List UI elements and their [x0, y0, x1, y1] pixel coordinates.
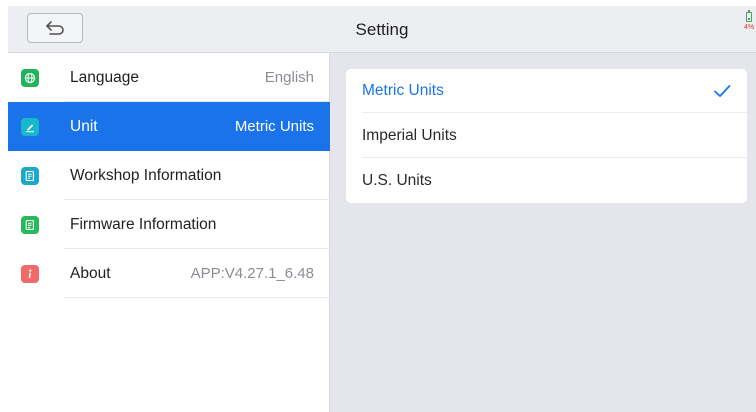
header-bar: Setting 4% [8, 6, 756, 53]
settings-screen: Setting 4% Language English Unit Metric … [8, 6, 756, 412]
sidebar-item-label: Workshop Information [70, 166, 222, 184]
document-icon [21, 166, 39, 185]
sidebar-item-label: Unit [70, 117, 98, 135]
sidebar-item-about[interactable]: About APP:V4.27.1_6.48 [8, 249, 330, 298]
pencil-icon [21, 117, 39, 136]
unit-option-label: Metric Units [362, 82, 444, 99]
back-button[interactable] [27, 13, 83, 43]
battery-indicator: 4% [742, 10, 756, 45]
sidebar-item-label: Firmware Information [70, 215, 217, 233]
firmware-doc-icon [21, 215, 39, 234]
unit-option-label: Imperial Units [362, 127, 457, 144]
globe-icon [21, 68, 39, 87]
sidebar-item-value: English [264, 69, 314, 86]
unit-option-label: U.S. Units [362, 172, 432, 189]
sidebar-item-workshop-information[interactable]: Workshop Information [8, 151, 330, 200]
unit-options-card: Metric Units Imperial Units U.S. Units [346, 69, 747, 203]
sidebar-item-label: Language [70, 68, 139, 86]
battery-percent: 4% [743, 24, 755, 31]
sidebar-item-label: About [70, 264, 111, 282]
back-arrow-icon [46, 21, 64, 35]
sidebar-item-firmware-information[interactable]: Firmware Information [8, 200, 330, 249]
info-icon [21, 264, 39, 283]
unit-option-metric[interactable]: Metric Units [346, 69, 747, 113]
sidebar-item-value: Metric Units [234, 118, 314, 135]
sidebar-item-value: APP:V4.27.1_6.48 [190, 265, 314, 282]
battery-icon [746, 10, 752, 22]
unit-option-imperial[interactable]: Imperial Units [346, 114, 747, 158]
unit-option-us[interactable]: U.S. Units [346, 159, 747, 203]
page-title: Setting [355, 20, 409, 39]
settings-sidebar: Language English Unit Metric Units Works… [8, 53, 330, 412]
sidebar-item-language[interactable]: Language English [8, 53, 330, 102]
sidebar-item-unit[interactable]: Unit Metric Units [8, 102, 330, 151]
checkmark-icon [714, 85, 731, 97]
